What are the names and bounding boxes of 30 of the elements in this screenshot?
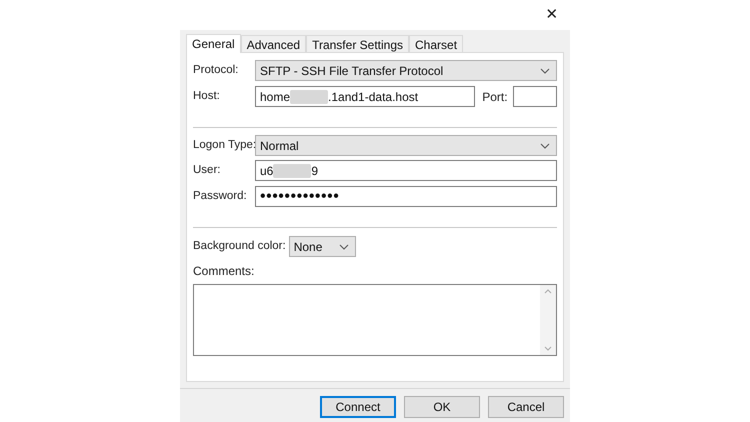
tab[interactable]: General: [186, 34, 241, 53]
chevron-down-icon: [540, 142, 550, 148]
field-label: Protocol:: [193, 62, 240, 78]
tab[interactable]: Advanced: [240, 35, 306, 52]
dialog-button[interactable]: OK: [404, 396, 480, 418]
close-button[interactable]: ✕: [542, 5, 562, 25]
protocol-select[interactable]: SFTP - SSH File Transfer Protocol: [255, 60, 557, 81]
scroll-up-icon[interactable]: [544, 289, 552, 294]
field-label: Password:: [193, 188, 248, 204]
field-label: Port:: [482, 88, 508, 106]
dialog-button[interactable]: Cancel: [488, 396, 564, 418]
field-label: Background color:: [193, 238, 286, 254]
port-field[interactable]: [512, 86, 557, 107]
user-field[interactable]: u6 9: [255, 160, 557, 181]
chevron-down-icon: [540, 68, 550, 74]
password-field[interactable]: •••••••••••••: [255, 186, 557, 207]
field-label: Comments:: [193, 263, 256, 280]
scrollbar[interactable]: [540, 285, 556, 355]
scroll-down-icon[interactable]: [544, 346, 552, 351]
field-label: Logon Type:: [193, 138, 255, 153]
logon-type-select[interactable]: Normal: [255, 135, 557, 156]
chevron-down-icon: [338, 244, 349, 250]
field-label: Host:: [193, 88, 221, 104]
tab[interactable]: Charset: [409, 35, 464, 52]
comments-field[interactable]: [193, 284, 557, 356]
tab[interactable]: Transfer Settings: [306, 35, 410, 52]
dialog-button[interactable]: Connect: [320, 396, 396, 418]
field-label: User:: [193, 162, 222, 178]
background-color-select[interactable]: None: [288, 236, 356, 257]
host-field[interactable]: home .1and1-data.host: [255, 86, 476, 107]
